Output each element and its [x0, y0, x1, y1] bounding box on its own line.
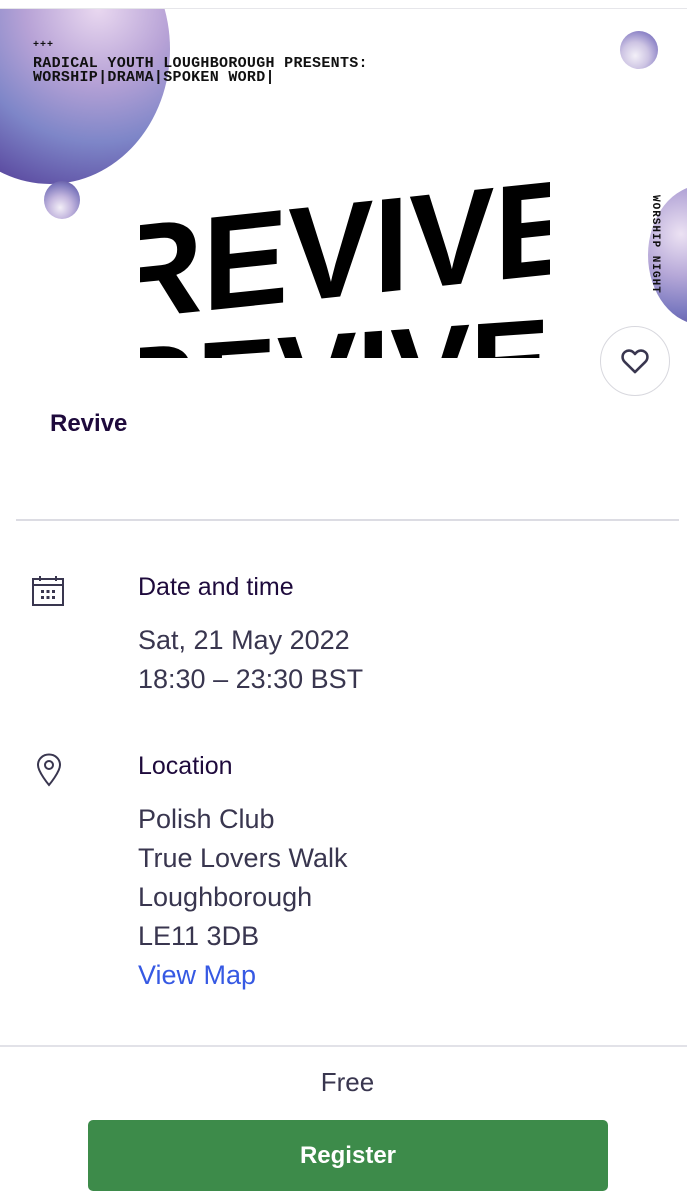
poster-side-text: WORSHIP NIGHT: [649, 195, 661, 294]
register-button[interactable]: Register: [88, 1120, 608, 1191]
poster-heading: RADICAL YOUTH LOUGHBOROUGH PRESENTS: WOR…: [33, 56, 503, 86]
decorative-orb: [620, 31, 658, 69]
section-divider: [16, 519, 679, 521]
poster-heading-line: WORSHIP|DRAMA|SPOKEN WORD|: [33, 69, 275, 86]
decorative-orb: [44, 181, 80, 219]
view-map-link[interactable]: View Map: [138, 960, 256, 991]
footer-divider: [0, 1045, 687, 1047]
location-venue: Polish Club: [138, 804, 275, 834]
ticket-price: Free: [320, 1067, 375, 1097]
poster-plus-marks: +++: [33, 40, 55, 51]
location-street: True Lovers Walk: [138, 843, 348, 873]
revive-wordart: REVIVE REVIVE: [140, 154, 550, 358]
event-time: 18:30 – 23:30 BST: [138, 664, 364, 694]
calendar-icon: [32, 576, 64, 606]
location-town: Loughborough: [138, 882, 313, 912]
map-pin-icon: [36, 753, 62, 787]
event-date: Sat, 21 May 2022: [138, 625, 350, 655]
like-button[interactable]: [600, 326, 670, 396]
date-time-heading: Date and time: [138, 573, 294, 601]
event-banner-image: +++ RADICAL YOUTH LOUGHBOROUGH PRESENTS:…: [0, 9, 687, 359]
location-heading: Location: [138, 752, 233, 780]
location-postcode: LE11 3DB: [138, 921, 260, 951]
event-title: Revive: [50, 410, 128, 437]
heart-icon: [621, 349, 649, 374]
